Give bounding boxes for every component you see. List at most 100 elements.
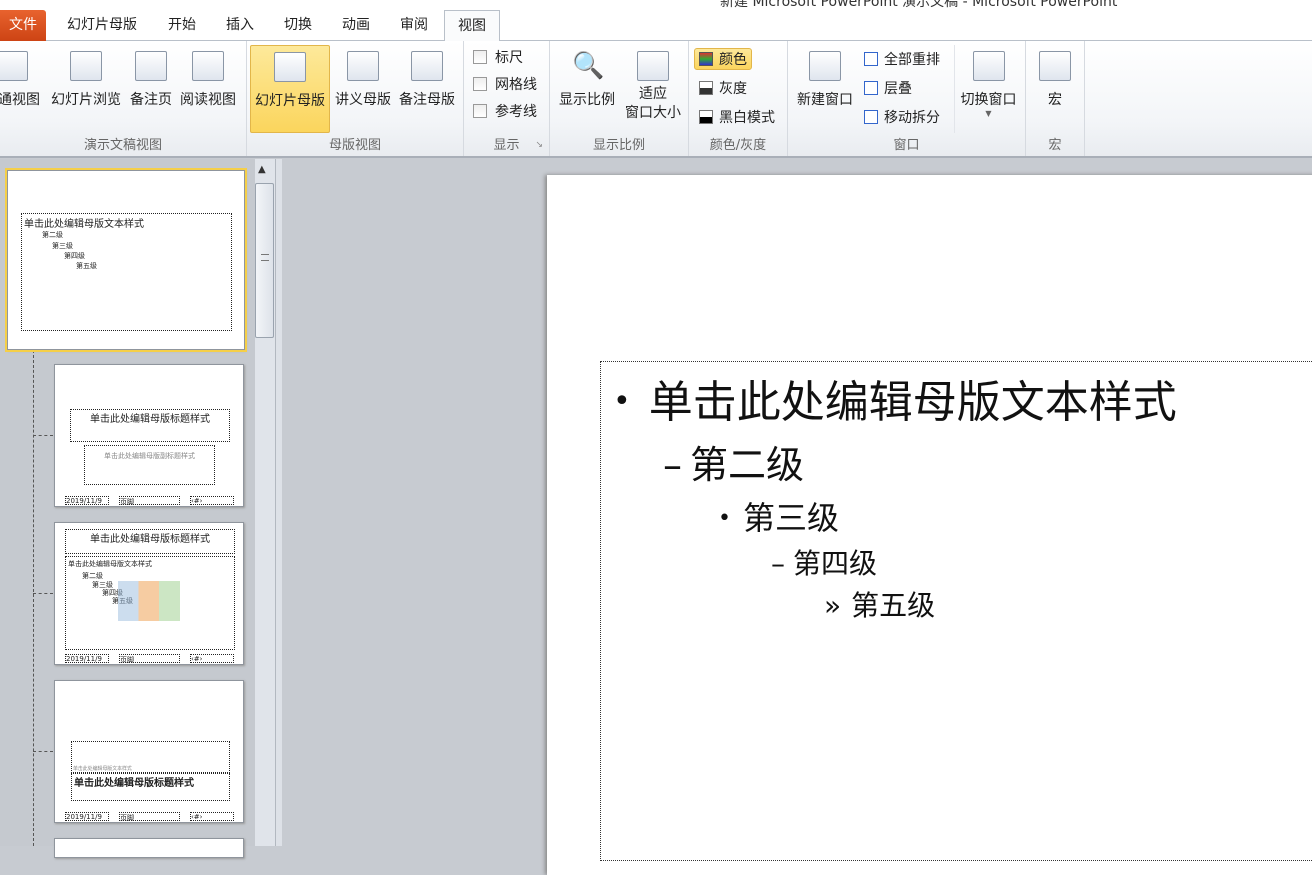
title-placeholder: 单击此处编辑母版标题样式	[65, 529, 235, 554]
grayscale-button[interactable]: 灰度	[699, 78, 747, 100]
magnifier-icon: 🔍	[572, 51, 605, 81]
normal-view-icon	[0, 51, 28, 81]
guides-checkbox[interactable]: 参考线	[473, 101, 537, 123]
group-label: 母版视图	[328, 138, 381, 153]
new-window-icon	[809, 51, 841, 81]
date-placeholder: 2019/11/9	[65, 654, 109, 663]
group-color-grayscale: 颜色 灰度 黑白模式 颜色/灰度	[689, 41, 788, 156]
connector-branch	[33, 435, 53, 436]
window-title: 新建 Microsoft PowerPoint 演示文稿 - Microsoft…	[720, 0, 1118, 10]
notes-master-button[interactable]: 备注母版	[395, 45, 459, 133]
group-show: 标尺 网格线 参考线 显示 ↘	[464, 41, 550, 156]
zoom-button[interactable]: 🔍 显示比例	[554, 45, 620, 133]
thumbnail-title-content-layout[interactable]: 单击此处编辑母版标题样式 单击此处编辑母版文本样式 第二级 第三级 第四级 第五…	[54, 522, 244, 665]
date-placeholder: 2019/11/9	[65, 812, 109, 821]
move-split-button[interactable]: 移动拆分	[864, 107, 940, 129]
level-3: • 第三级	[718, 493, 839, 539]
thumbnail-next-layout[interactable]	[54, 838, 244, 858]
connector-branch	[33, 593, 53, 594]
normal-view-button[interactable]: 普通视图	[0, 45, 44, 133]
group-label: 颜色/灰度	[709, 138, 767, 153]
dialog-launcher-icon[interactable]: ↘	[535, 140, 543, 150]
bullet: –	[771, 547, 785, 580]
body-text-placeholder[interactable]: • 单击此处编辑母版文本样式 – 第二级 • 第三级 – 第四级 » 第五级	[600, 361, 1312, 861]
thumb-text: 单击此处编辑母版标题样式	[74, 778, 194, 789]
reading-view-button[interactable]: 阅读视图	[176, 45, 240, 133]
tab-transitions[interactable]: 切换	[274, 10, 322, 41]
level-5: » 第五级	[824, 584, 935, 624]
scrollbar-thumb[interactable]	[255, 183, 274, 338]
insert-content-icons	[118, 581, 180, 621]
checkbox-icon	[473, 77, 487, 91]
color-button[interactable]: 颜色	[694, 48, 752, 70]
group-presentation-views: 普通视图 幻灯片浏览 备注页 阅读视图 演示文稿视图	[0, 41, 247, 156]
group-label: 宏	[1048, 138, 1062, 153]
macros-button[interactable]: 宏	[1032, 45, 1078, 133]
slide-master-icon	[274, 52, 306, 82]
cascade-button[interactable]: 层叠	[864, 78, 912, 100]
content-placeholder: 单击此处编辑母版文本样式 第二级 第三级 第四级 第五级	[65, 556, 235, 650]
arrange-all-icon	[864, 52, 878, 66]
level-4: – 第四级	[771, 542, 877, 582]
date-placeholder: 2019/11/9	[65, 496, 109, 505]
bullet: »	[824, 589, 842, 622]
fit-to-window-button[interactable]: 适应 窗口大小	[620, 45, 686, 133]
body-placeholder: 单击此处编辑母版文本样式 第二级 第三级 第四级 第五级	[21, 213, 232, 331]
tab-file[interactable]: 文件	[0, 10, 46, 41]
number-placeholder: ‹#›	[190, 654, 234, 663]
switch-windows-button[interactable]: 切换窗口 ▼	[954, 45, 1022, 133]
grip-icon	[260, 254, 269, 261]
slide-master-button[interactable]: 幻灯片母版	[250, 45, 330, 133]
level-text: 单击此处编辑母版文本样式	[648, 377, 1177, 428]
group-master-views: 幻灯片母版 讲义母版 备注母版 母版视图	[247, 41, 464, 156]
thumb-text: 单击此处编辑母版副标题样式	[104, 452, 195, 460]
level-text: 第四级	[793, 547, 878, 580]
text-placeholder: 单击此处编辑母版文本样式	[71, 741, 230, 773]
number-placeholder: ‹#›	[190, 812, 234, 821]
number-placeholder: ‹#›	[190, 496, 234, 505]
group-window: 新建窗口 全部重排 层叠 移动拆分 切换窗口 ▼ 窗口	[788, 41, 1026, 156]
notes-page-button[interactable]: 备注页	[126, 45, 176, 133]
notes-master-icon	[411, 51, 443, 81]
bullet: •	[613, 384, 631, 419]
thumb-text: 单击此处编辑母版标题样式	[90, 534, 210, 545]
tab-review[interactable]: 审阅	[390, 10, 438, 41]
thumbnail-slide-master[interactable]: 单击此处编辑母版文本样式 第二级 第三级 第四级 第五级	[5, 168, 247, 352]
tab-animations[interactable]: 动画	[332, 10, 380, 41]
pane-splitter[interactable]	[275, 159, 282, 846]
tab-slide-master[interactable]: 幻灯片母版	[56, 10, 148, 41]
connector-branch	[33, 751, 53, 752]
black-white-button[interactable]: 黑白模式	[699, 107, 775, 129]
thumb-text: 单击此处编辑母版文本样式	[73, 765, 132, 772]
book-icon	[192, 51, 224, 81]
tab-view[interactable]: 视图	[444, 10, 500, 42]
thumbnail-title-layout[interactable]: 单击此处编辑母版标题样式 单击此处编辑母版副标题样式 2019/11/9 页脚 …	[54, 364, 244, 507]
slide-sorter-button[interactable]: 幻灯片浏览	[46, 45, 126, 133]
bullet: –	[663, 443, 682, 487]
checkbox-icon	[473, 104, 487, 118]
color-icon	[699, 52, 713, 66]
group-macros: 宏 宏	[1026, 41, 1085, 156]
handout-master-button[interactable]: 讲义母版	[331, 45, 395, 133]
grayscale-icon	[699, 81, 713, 95]
new-window-button[interactable]: 新建窗口	[792, 45, 858, 133]
slide-sorter-icon	[70, 51, 102, 81]
tab-insert[interactable]: 插入	[216, 10, 264, 41]
gridlines-checkbox[interactable]: 网格线	[473, 74, 537, 96]
arrange-all-button[interactable]: 全部重排	[864, 49, 940, 71]
thumb-text: 单击此处编辑母版文本样式	[68, 560, 152, 568]
ruler-checkbox[interactable]: 标尺	[473, 47, 523, 69]
black-white-icon	[699, 110, 713, 124]
scroll-up-arrow-icon[interactable]: ▲	[258, 164, 266, 175]
thumbnail-section-header-layout[interactable]: 单击此处编辑母版文本样式 单击此处编辑母版标题样式 2019/11/9 页脚 ‹…	[54, 680, 244, 823]
fit-window-icon	[637, 51, 669, 81]
footer-placeholder: 页脚	[119, 654, 180, 664]
dropdown-arrow-icon: ▼	[985, 109, 992, 118]
group-label: 演示文稿视图	[83, 138, 162, 153]
ribbon-tabs: 文件 幻灯片母版 开始 插入 切换 动画 审阅 视图	[0, 10, 1312, 42]
level-text: 第三级	[742, 499, 839, 537]
footer-placeholder: 页脚	[119, 496, 180, 506]
group-zoom: 🔍 显示比例 适应 窗口大小 显示比例	[550, 41, 689, 156]
tab-home[interactable]: 开始	[158, 10, 206, 41]
notes-page-icon	[135, 51, 167, 81]
